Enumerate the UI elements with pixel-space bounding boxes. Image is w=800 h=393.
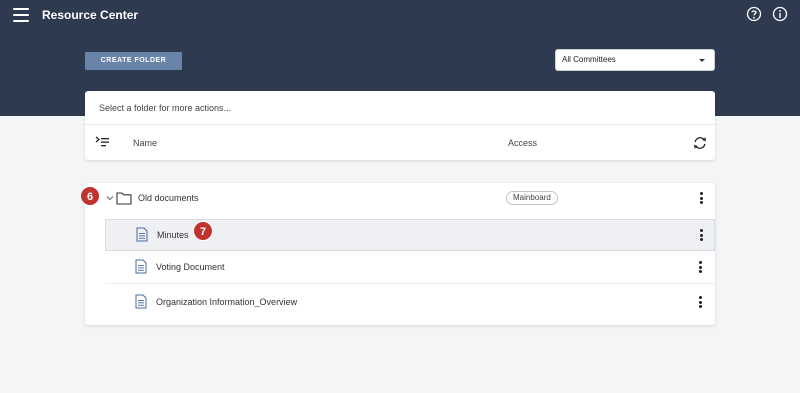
info-icon[interactable] [772,6,788,22]
document-icon [135,259,147,274]
help-icon[interactable] [746,6,762,22]
file-row[interactable]: Organization Information_Overview [105,287,715,319]
more-options-icon[interactable] [699,296,703,310]
committee-dropdown-value: All Committees [562,55,616,64]
menu-icon[interactable] [13,8,29,22]
caret-down-icon [699,59,705,62]
document-icon [136,227,148,242]
step-badge: 6 [80,186,100,206]
more-options-icon[interactable] [700,229,704,243]
more-options-icon[interactable] [700,192,704,206]
access-badge: Mainboard [506,191,558,205]
file-name: Minutes [157,230,189,240]
folder-actions-card: Select a folder for more actions... Name… [85,91,715,160]
committee-dropdown[interactable]: All Committees [555,49,715,71]
folder-name: Old documents [138,193,199,203]
create-folder-button[interactable]: CREATE FOLDER [85,52,182,70]
top-bar: Resource Center [0,0,800,30]
chevron-down-icon[interactable] [106,194,114,202]
file-name: Voting Document [156,262,225,272]
folder-row[interactable]: Old documents Mainboard [85,183,715,215]
select-folder-hint: Select a folder for more actions... [99,103,232,113]
folder-icon [116,192,132,205]
app-title: Resource Center [42,8,139,22]
divider [85,124,715,125]
step-badge: 7 [193,221,213,241]
column-header-name[interactable]: Name [133,138,157,148]
more-options-icon[interactable] [699,261,703,275]
expand-list-icon[interactable] [95,136,109,148]
document-icon [135,294,147,309]
file-name: Organization Information_Overview [156,297,298,307]
column-header-access[interactable]: Access [508,138,537,148]
documents-list: Old documents Mainboard Minutes Voting D… [85,183,715,325]
file-row[interactable]: Voting Document [105,252,715,284]
refresh-icon[interactable] [693,136,707,150]
